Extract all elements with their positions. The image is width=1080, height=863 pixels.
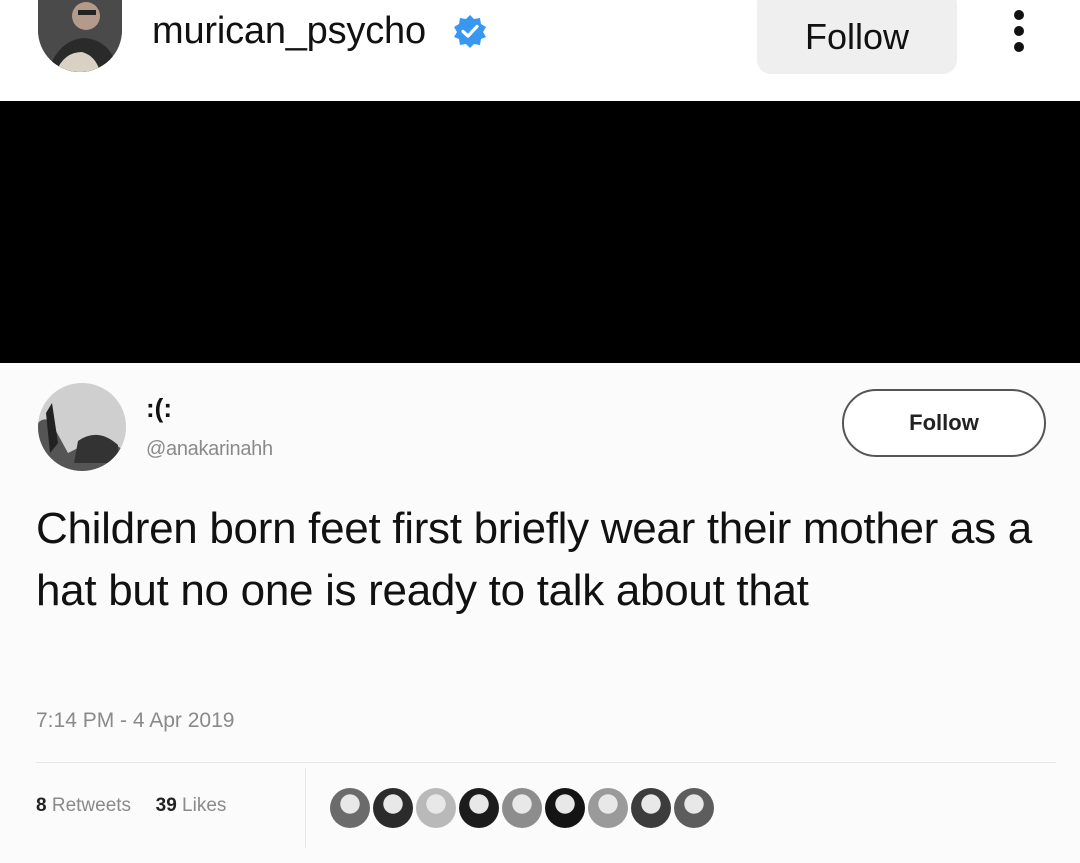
post-header: murican_psycho Follow [0, 0, 1080, 101]
image-black-band [0, 101, 1080, 363]
profile-avatar[interactable] [38, 0, 122, 72]
retweets-count: 8 [36, 795, 47, 816]
tweet-stats: 8 Retweets 39 Likes [36, 795, 226, 817]
liker-avatar [631, 788, 671, 828]
verified-badge-icon [454, 15, 486, 48]
tweet-author-handle: @anakarinahh [146, 438, 273, 460]
tweet-author-name: :(: [146, 393, 172, 423]
liker-avatar [373, 788, 413, 828]
retweets-label: Retweets [51, 795, 132, 816]
divider [36, 762, 1056, 763]
more-options-icon[interactable] [1008, 10, 1030, 54]
tweet-follow-button: Follow [842, 389, 1046, 457]
tweet-text: Children born feet first briefly wear th… [36, 504, 1032, 615]
tweet-author-avatar [38, 383, 126, 471]
liker-avatar [416, 788, 456, 828]
liker-avatar [502, 788, 542, 828]
liker-avatar [545, 788, 585, 828]
username[interactable]: murican_psycho [152, 10, 426, 53]
tweet-card: :(: @anakarinahh Follow Children born fe… [0, 363, 1080, 863]
follow-button[interactable]: Follow [757, 0, 957, 74]
likes-label: Likes [182, 795, 227, 816]
tweet-timestamp: 7:14 PM - 4 Apr 2019 [36, 709, 235, 732]
liker-avatar [459, 788, 499, 828]
liker-avatar [588, 788, 628, 828]
likes-count: 39 [155, 795, 177, 816]
stats-divider [305, 768, 306, 848]
liker-avatar [330, 788, 370, 828]
liker-avatar [674, 788, 714, 828]
liker-avatars [330, 788, 717, 832]
